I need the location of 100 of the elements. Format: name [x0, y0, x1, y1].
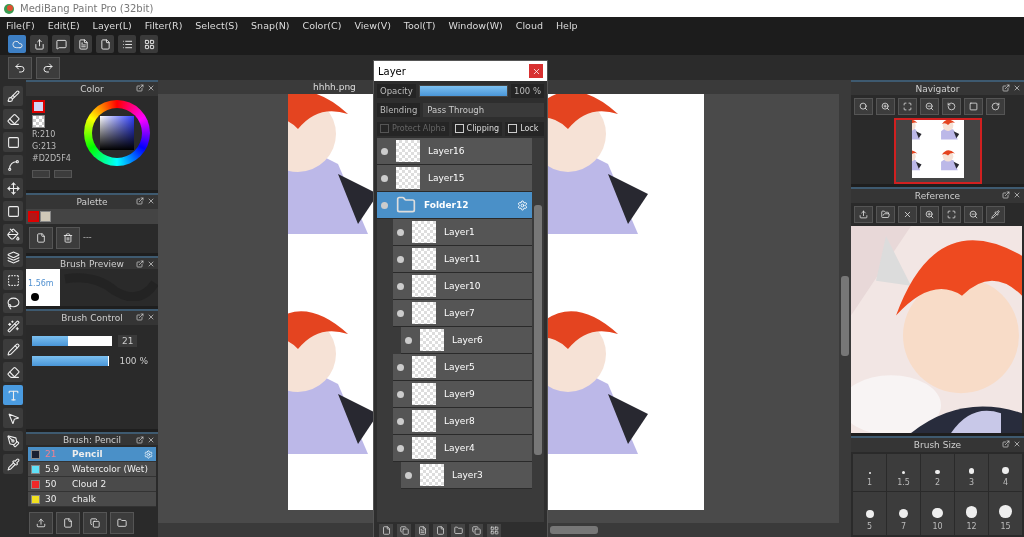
popout-icon[interactable]	[1002, 84, 1010, 92]
pen-tool-button[interactable]	[3, 431, 23, 451]
brush-size-cell[interactable]: 3	[955, 454, 988, 491]
visibility-dot[interactable]	[381, 174, 388, 182]
navigator-tool-button[interactable]	[876, 98, 895, 115]
redo-button[interactable]	[36, 56, 60, 79]
visibility-dot[interactable]	[397, 309, 404, 317]
reference-tool-button[interactable]	[964, 205, 983, 223]
layer-row[interactable]: Layer8	[393, 408, 532, 435]
settings-icon[interactable]	[517, 199, 528, 211]
palette-swatch[interactable]	[28, 211, 39, 222]
close-icon[interactable]	[147, 84, 155, 92]
menu-item[interactable]: Snap(N)	[251, 19, 290, 31]
bucket-tool-button[interactable]	[3, 224, 23, 244]
scrollbar-thumb[interactable]	[550, 526, 598, 534]
visibility-dot[interactable]	[397, 255, 404, 263]
brush-size-cell[interactable]: 4	[989, 454, 1022, 491]
layer-row[interactable]: Layer4	[393, 435, 532, 462]
transparent-swatch[interactable]	[32, 115, 45, 128]
close-icon[interactable]	[1013, 191, 1021, 199]
layer-row[interactable]: Layer7	[393, 300, 532, 327]
visibility-dot[interactable]	[397, 390, 404, 398]
reference-tool-button[interactable]	[986, 205, 1005, 223]
brush-size-cell[interactable]: 10	[921, 492, 954, 535]
move-tool-button[interactable]	[3, 178, 23, 198]
visibility-dot[interactable]	[397, 417, 404, 425]
layer-action-button[interactable]	[415, 523, 429, 537]
scrollbar-thumb[interactable]	[534, 205, 542, 455]
list-button[interactable]	[118, 35, 136, 53]
popout-icon[interactable]	[1002, 191, 1010, 199]
brush-size-cell[interactable]: 5	[853, 492, 886, 535]
navigator-tool-button[interactable]	[920, 98, 939, 115]
wand-tool-button[interactable]	[3, 316, 23, 336]
undo-button[interactable]	[8, 56, 32, 79]
layer-row[interactable]: Layer15	[377, 165, 532, 192]
popout-icon[interactable]	[1002, 440, 1010, 448]
menu-item[interactable]: File(F)	[6, 19, 35, 31]
menu-item[interactable]: Color(C)	[302, 19, 342, 31]
menu-item[interactable]: Tool(T)	[403, 19, 436, 31]
menu-item[interactable]: View(V)	[354, 19, 391, 31]
scrollbar-thumb[interactable]	[841, 275, 849, 356]
menu-item[interactable]: Select(S)	[195, 19, 239, 31]
brush-size-cell[interactable]: 1.5	[887, 454, 920, 491]
navigator-tool-button[interactable]	[964, 98, 983, 115]
close-icon[interactable]	[147, 313, 155, 321]
layer-row[interactable]: Layer11	[393, 246, 532, 273]
layer-row[interactable]: Layer10	[393, 273, 532, 300]
share-button[interactable]	[30, 35, 48, 53]
visibility-dot[interactable]	[397, 363, 404, 371]
comment-button[interactable]	[52, 35, 70, 53]
close-icon[interactable]	[147, 436, 155, 444]
layer-row[interactable]: Layer1	[393, 219, 532, 246]
visibility-dot[interactable]	[397, 228, 404, 236]
brush-size-cell[interactable]: 7	[887, 492, 920, 535]
menu-item[interactable]: Cloud	[515, 19, 543, 31]
layer-row[interactable]: Layer5	[393, 354, 532, 381]
fill-tool-button[interactable]	[3, 201, 23, 221]
layer-action-button[interactable]	[397, 523, 411, 537]
brush-size-cell[interactable]: 1	[853, 454, 886, 491]
navigator-tool-button[interactable]	[942, 98, 961, 115]
primary-color-swatch[interactable]	[32, 100, 45, 113]
palette-swatch[interactable]	[40, 211, 51, 222]
visibility-dot[interactable]	[397, 282, 404, 290]
selerase-tool-button[interactable]	[3, 362, 23, 382]
layer-row[interactable]: Layer16	[377, 138, 532, 165]
brush-size-cell[interactable]: 2	[921, 454, 954, 491]
menu-item[interactable]: Help	[555, 19, 578, 31]
layer-row[interactable]: Layer3	[401, 462, 532, 489]
cloud-button[interactable]	[8, 35, 26, 53]
brush-tool-button[interactable]	[3, 86, 23, 106]
popout-icon[interactable]	[136, 197, 144, 205]
folder-button[interactable]	[110, 512, 134, 534]
brush-size-cell[interactable]: 15	[989, 492, 1022, 535]
opacity-slider[interactable]	[419, 85, 507, 96]
reference-tool-button[interactable]	[876, 205, 895, 223]
close-icon[interactable]	[1013, 440, 1021, 448]
checkbox[interactable]: Lock	[505, 121, 544, 136]
close-icon[interactable]	[1013, 84, 1021, 92]
layer-row[interactable]: Layer6	[401, 327, 532, 354]
navigator-tool-button[interactable]	[898, 98, 917, 115]
upload-button[interactable]	[29, 512, 53, 534]
brush-size-cell[interactable]: 12	[955, 492, 988, 535]
blending-dropdown[interactable]: Pass Through	[423, 102, 544, 117]
lasso-tool-button[interactable]	[3, 293, 23, 313]
close-button[interactable]	[529, 64, 543, 78]
eraser-tool-button[interactable]	[3, 109, 23, 129]
menu-item[interactable]: Layer(L)	[92, 19, 132, 31]
reference-tool-button[interactable]	[942, 205, 961, 223]
reference-tool-button[interactable]	[898, 205, 917, 223]
new-button[interactable]	[29, 227, 53, 249]
layer-action-button[interactable]	[451, 523, 465, 537]
layer-action-button[interactable]	[487, 523, 501, 537]
navigator-tool-button[interactable]	[986, 98, 1005, 115]
grid-button[interactable]	[140, 35, 158, 53]
pointer-tool-button[interactable]	[3, 408, 23, 428]
menu-item[interactable]: Filter(R)	[144, 19, 183, 31]
dotline-tool-button[interactable]	[3, 155, 23, 175]
close-icon[interactable]	[147, 197, 155, 205]
page-button[interactable]	[96, 35, 114, 53]
brush-item[interactable]: 50 Cloud 2	[28, 477, 156, 492]
